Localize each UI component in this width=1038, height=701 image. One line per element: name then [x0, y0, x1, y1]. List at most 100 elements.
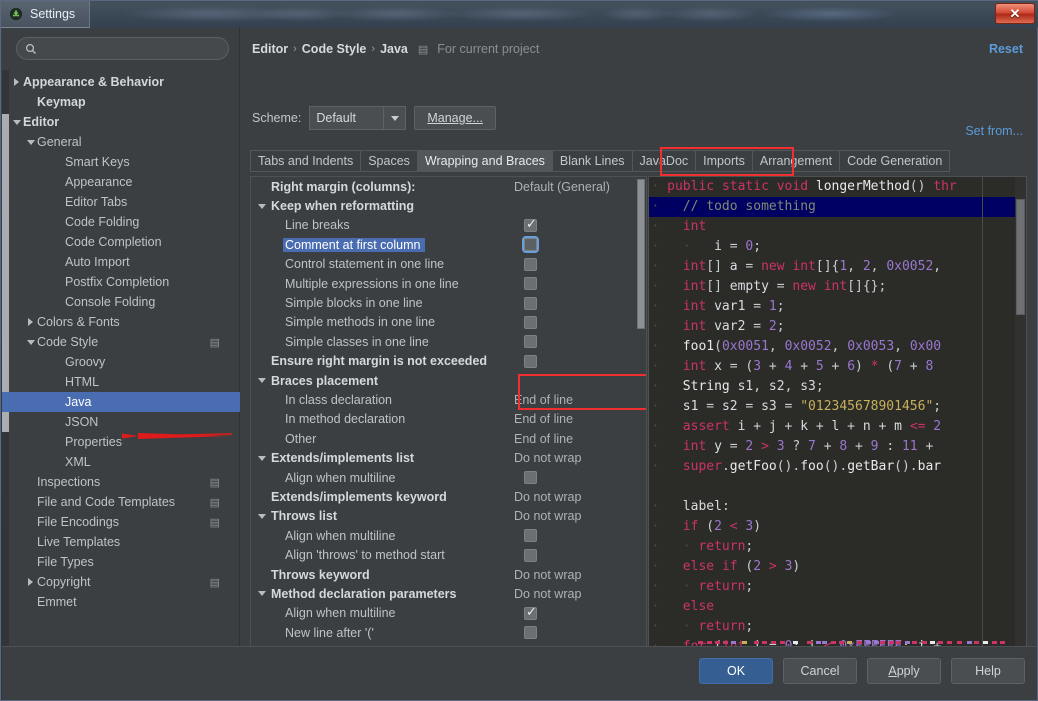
- option-row[interactable]: In method declarationEnd of line: [251, 410, 646, 429]
- option-row[interactable]: Simple methods in one line: [251, 313, 646, 332]
- tab-imports[interactable]: Imports: [695, 150, 752, 172]
- option-checkbox[interactable]: [524, 297, 537, 310]
- sidebar-item-code-style[interactable]: Code Style▤: [2, 332, 240, 352]
- option-value[interactable]: End of line: [514, 412, 573, 426]
- option-checkbox[interactable]: [524, 258, 537, 271]
- option-checkbox[interactable]: [524, 238, 537, 251]
- sidebar-item-inspections[interactable]: Inspections▤: [2, 472, 240, 492]
- chevron-down-icon[interactable]: [255, 378, 269, 383]
- option-checkbox[interactable]: [524, 277, 537, 290]
- option-row[interactable]: Control statement in one line: [251, 255, 646, 274]
- sidebar-item-properties[interactable]: Properties: [2, 432, 240, 452]
- tab-tabs-and-indents[interactable]: Tabs and Indents: [250, 150, 360, 172]
- sidebar-item-html[interactable]: HTML: [2, 372, 240, 392]
- code-vscrollbar-thumb[interactable]: [1016, 199, 1025, 315]
- chevron-down-icon[interactable]: [24, 140, 37, 145]
- option-row[interactable]: Simple blocks in one line: [251, 293, 646, 312]
- sidebar-item-appearance-behavior[interactable]: Appearance & Behavior: [2, 72, 240, 92]
- code-preview-text[interactable]: · public static void longerMethod() thr·…: [649, 177, 1027, 647]
- chevron-right-icon[interactable]: [24, 318, 37, 326]
- option-row[interactable]: Ensure right margin is not exceeded: [251, 352, 646, 371]
- help-button[interactable]: Help: [951, 658, 1025, 684]
- manage-button[interactable]: Manage...: [414, 106, 496, 130]
- ok-button[interactable]: OK: [699, 658, 773, 684]
- option-value[interactable]: End of line: [514, 432, 573, 446]
- option-checkbox[interactable]: [524, 626, 537, 639]
- copy-settings-icon[interactable]: ▤: [210, 516, 220, 529]
- tab-javadoc[interactable]: JavaDoc: [632, 150, 696, 172]
- reset-link[interactable]: Reset: [989, 42, 1023, 56]
- tab-wrapping-and-braces[interactable]: Wrapping and Braces: [417, 150, 552, 172]
- sidebar-item-editor[interactable]: Editor: [2, 112, 240, 132]
- option-row[interactable]: Method declaration parametersDo not wrap: [251, 584, 646, 603]
- chevron-down-icon[interactable]: [255, 456, 269, 461]
- option-row[interactable]: Align when multiline: [251, 468, 646, 487]
- option-checkbox[interactable]: [524, 549, 537, 562]
- option-checkbox[interactable]: [524, 316, 537, 329]
- option-row[interactable]: Throws listDo not wrap: [251, 507, 646, 526]
- option-row[interactable]: Align 'throws' to method start: [251, 545, 646, 564]
- sidebar-item-postfix-completion[interactable]: Postfix Completion: [2, 272, 240, 292]
- options-scrollbar-track[interactable]: [636, 177, 646, 662]
- option-checkbox[interactable]: [524, 355, 537, 368]
- option-checkbox[interactable]: ✓: [524, 607, 537, 620]
- chevron-down-icon[interactable]: [383, 107, 405, 129]
- sidebar-item-colors-fonts[interactable]: Colors & Fonts: [2, 312, 240, 332]
- copy-settings-icon[interactable]: ▤: [210, 476, 220, 489]
- option-row[interactable]: Align when multiline: [251, 526, 646, 545]
- chevron-down-icon[interactable]: [10, 120, 23, 125]
- copy-settings-icon[interactable]: ▤: [210, 576, 220, 589]
- option-row[interactable]: Align when multiline✓: [251, 604, 646, 623]
- option-row[interactable]: Braces placement: [251, 371, 646, 390]
- copy-settings-icon[interactable]: ▤: [210, 496, 220, 509]
- option-row[interactable]: Extends/implements keywordDo not wrap: [251, 487, 646, 506]
- chevron-right-icon[interactable]: [24, 578, 37, 586]
- tab-arrangement[interactable]: Arrangement: [752, 150, 839, 172]
- sidebar-item-code-folding[interactable]: Code Folding: [2, 212, 240, 232]
- option-row[interactable]: In class declarationEnd of line: [251, 390, 646, 409]
- option-row[interactable]: Right margin (columns):Default (General): [251, 177, 646, 196]
- sidebar-item-groovy[interactable]: Groovy: [2, 352, 240, 372]
- scheme-combobox[interactable]: Default: [309, 106, 406, 130]
- sidebar-item-auto-import[interactable]: Auto Import: [2, 252, 240, 272]
- sidebar-item-file-encodings[interactable]: File Encodings▤: [2, 512, 240, 532]
- option-row[interactable]: New line after '(': [251, 623, 646, 642]
- option-checkbox[interactable]: [524, 471, 537, 484]
- options-scrollbar-thumb[interactable]: [637, 179, 645, 329]
- close-button[interactable]: ✕: [995, 3, 1035, 24]
- sidebar-item-code-completion[interactable]: Code Completion: [2, 232, 240, 252]
- cancel-button[interactable]: Cancel: [783, 658, 857, 684]
- sidebar-item-json[interactable]: JSON: [2, 412, 240, 432]
- sidebar-item-file-types[interactable]: File Types: [2, 552, 240, 572]
- sidebar-item-file-and-code-templates[interactable]: File and Code Templates▤: [2, 492, 240, 512]
- option-checkbox[interactable]: ✓: [524, 219, 537, 232]
- sidebar-item-copyright[interactable]: Copyright▤: [2, 572, 240, 592]
- option-value[interactable]: Do not wrap: [514, 451, 581, 465]
- set-from-link[interactable]: Set from...: [965, 124, 1023, 138]
- sidebar-item-keymap[interactable]: Keymap: [2, 92, 240, 112]
- search-input[interactable]: [43, 42, 220, 56]
- option-value[interactable]: End of line: [514, 393, 573, 407]
- chevron-down-icon[interactable]: [255, 514, 269, 519]
- code-vscrollbar-track[interactable]: [1015, 177, 1026, 647]
- option-value[interactable]: Do not wrap: [514, 509, 581, 523]
- sidebar-item-smart-keys[interactable]: Smart Keys: [2, 152, 240, 172]
- option-row[interactable]: OtherEnd of line: [251, 429, 646, 448]
- sidebar-item-editor-tabs[interactable]: Editor Tabs: [2, 192, 240, 212]
- copy-settings-icon[interactable]: ▤: [210, 336, 220, 349]
- sidebar-item-appearance[interactable]: Appearance: [2, 172, 240, 192]
- option-row[interactable]: Comment at first column: [251, 235, 646, 254]
- sidebar-item-xml[interactable]: XML: [2, 452, 240, 472]
- option-row[interactable]: Line breaks✓: [251, 216, 646, 235]
- option-value[interactable]: Do not wrap: [514, 568, 581, 582]
- tab-code-generation[interactable]: Code Generation: [839, 150, 950, 172]
- option-value[interactable]: Default (General): [514, 180, 610, 194]
- sidebar-item-general[interactable]: General: [2, 132, 240, 152]
- option-value[interactable]: Do not wrap: [514, 490, 581, 504]
- search-box[interactable]: [16, 37, 229, 60]
- option-checkbox[interactable]: [524, 529, 537, 542]
- sidebar-item-emmet[interactable]: Emmet: [2, 592, 240, 612]
- option-row[interactable]: Extends/implements listDo not wrap: [251, 448, 646, 467]
- option-row[interactable]: Multiple expressions in one line: [251, 274, 646, 293]
- option-value[interactable]: Do not wrap: [514, 587, 581, 601]
